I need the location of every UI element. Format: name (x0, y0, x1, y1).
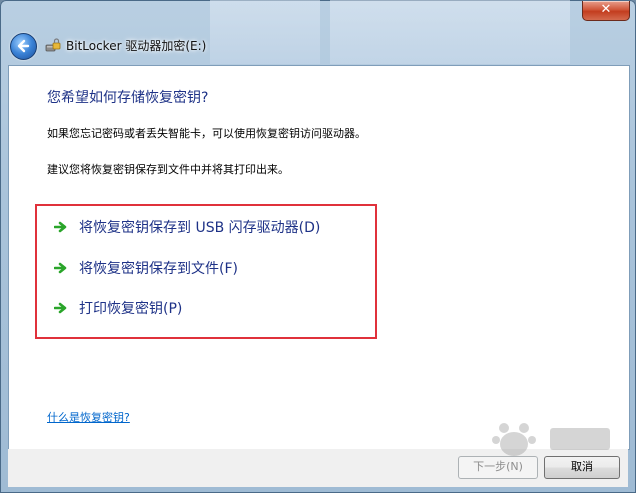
option-save-file[interactable]: 将恢复密钥保存到文件(F) (54, 257, 238, 279)
option-label: 将恢复密钥保存到文件(F) (79, 261, 238, 277)
watermark-logo (492, 423, 610, 456)
green-arrow-icon (54, 302, 67, 314)
back-arrow-icon (17, 39, 30, 53)
help-link[interactable]: 什么是恢复密钥? (47, 409, 130, 425)
recommendation-text: 建议您将恢复密钥保存到文件中并将其打印出来。 (47, 163, 289, 176)
option-label: 打印恢复密钥(P) (79, 301, 183, 317)
window-title: BitLocker 驱动器加密(E:) (66, 39, 207, 53)
option-save-usb[interactable]: 将恢复密钥保存到 USB 闪存驱动器(D) (54, 216, 320, 238)
close-icon: ✕ (600, 2, 612, 17)
back-button[interactable] (10, 33, 37, 60)
close-button[interactable]: ✕ (582, 1, 630, 21)
description-text: 如果您忘记密码或者丢失智能卡，可以使用恢复密钥访问驱动器。 (47, 127, 366, 140)
background-window (330, 0, 570, 64)
option-label: 将恢复密钥保存到 USB 闪存驱动器(D) (79, 220, 321, 236)
content-pane: 您希望如何存储恢复密钥? 如果您忘记密码或者丢失智能卡，可以使用恢复密钥访问驱动… (8, 65, 630, 450)
background-window (210, 0, 320, 64)
bitlocker-icon (45, 38, 61, 52)
option-print[interactable]: 打印恢复密钥(P) (54, 297, 182, 319)
options-highlight-box: 将恢复密钥保存到 USB 闪存驱动器(D) 将恢复密钥保存到文件(F) 打印恢复… (35, 204, 377, 339)
green-arrow-icon (54, 221, 67, 233)
page-heading: 您希望如何存储恢复密钥? (47, 90, 209, 106)
green-arrow-icon (54, 262, 67, 274)
